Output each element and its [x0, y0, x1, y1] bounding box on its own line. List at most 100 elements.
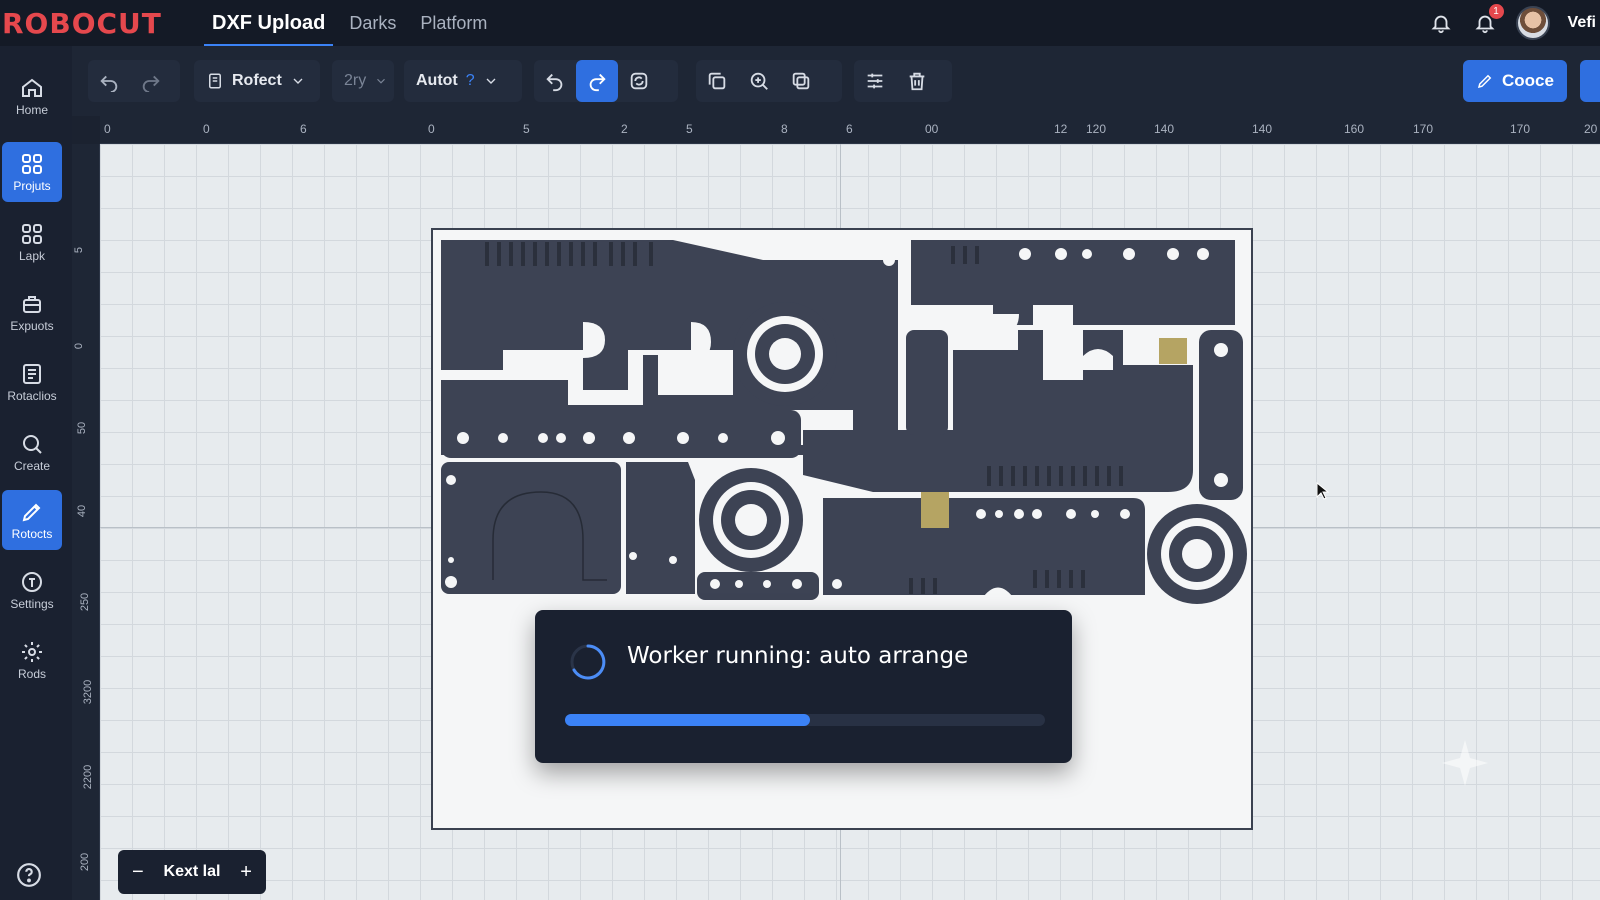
- zoom-control: − Kext lal +: [118, 850, 266, 894]
- worker-status-toast: Worker running: auto arrange: [535, 610, 1072, 763]
- ruler-label: 250: [79, 592, 92, 612]
- ruler-vertical[interactable]: 5 0 50 40 250 3200 2200 200: [72, 144, 100, 900]
- part-angle-i: [626, 462, 695, 594]
- grid-icon: [22, 153, 42, 174]
- zoom-control-label[interactable]: Kext lal: [164, 863, 221, 881]
- sidebar-item-exports[interactable]: Expuots: [2, 282, 62, 342]
- part-box-h: [441, 462, 621, 594]
- grid-icon: [22, 223, 42, 244]
- pen-icon: [1477, 74, 1492, 89]
- redo-icon[interactable]: [130, 60, 172, 102]
- ruler-label: 0: [104, 122, 111, 136]
- ruler-label: 0: [73, 342, 86, 350]
- copy-icon[interactable]: [780, 60, 822, 102]
- mouse-cursor-icon: [1316, 482, 1330, 500]
- chevron-down-icon: [293, 78, 303, 84]
- notifications-icon[interactable]: 1: [1472, 4, 1504, 36]
- marker-square-1: [1159, 338, 1187, 364]
- zoom-select-value: 2ry: [344, 72, 367, 89]
- sidebar-item-rods[interactable]: Rods: [2, 630, 62, 690]
- undo-icon[interactable]: [88, 60, 130, 102]
- ruler-label: 5: [73, 246, 86, 254]
- gear-icon: [22, 641, 42, 662]
- sparkle-icon: [1442, 740, 1488, 786]
- help-icon[interactable]: [16, 862, 42, 888]
- sidebar-item-label: Rotaclios: [7, 388, 57, 403]
- export-icon: [23, 295, 41, 313]
- refresh-icon[interactable]: [618, 60, 660, 102]
- profile-select[interactable]: Rofect: [194, 60, 320, 102]
- sidebar-item-label: Projuts: [13, 178, 51, 193]
- rotate-group: [534, 60, 678, 102]
- ruler-horizontal[interactable]: 0 0 6 0 5 2 5 8 6 00 12 120 140 140 160 …: [100, 116, 1600, 144]
- part-bracket-g: [906, 330, 948, 435]
- marker-square-2: [921, 492, 949, 528]
- history-group: [88, 60, 180, 102]
- bell-icon[interactable]: [1428, 10, 1454, 36]
- ruler-label: 6: [300, 122, 307, 136]
- app-logo[interactable]: ROBOCUT: [0, 7, 200, 40]
- ruler-label: 0: [428, 122, 435, 136]
- rotate-right-icon[interactable]: [576, 60, 618, 102]
- spinner-icon: [570, 644, 606, 680]
- zoom-in-button[interactable]: +: [240, 861, 252, 884]
- sidebar-item-create[interactable]: Create: [2, 422, 62, 482]
- zoom-in-icon[interactable]: [738, 60, 780, 102]
- ruler-label: 2: [621, 122, 628, 136]
- view-group: [696, 60, 842, 102]
- sidebar-item-settings[interactable]: Settings: [2, 560, 62, 620]
- sidebar-item-label: Rotocts: [11, 526, 53, 541]
- sidebar-item-rotocts[interactable]: Rotocts: [2, 490, 62, 550]
- document-icon: [209, 73, 221, 89]
- editor-toolbar: Rofect 2ry Autot ? Cooce: [72, 46, 1600, 116]
- tab-platform[interactable]: Platform: [408, 0, 499, 46]
- chevron-down-icon: [377, 78, 386, 84]
- sidebar-item-rotaclios[interactable]: Rotaclios: [2, 352, 62, 412]
- top-right-actions: 1 Vefi: [1428, 0, 1600, 46]
- sidebar-item-label: Create: [13, 458, 51, 473]
- ruler-label: 8: [781, 122, 788, 136]
- home-icon: [22, 78, 42, 97]
- sidebar-item-home[interactable]: Home: [2, 66, 62, 126]
- ruler-label: 40: [76, 504, 89, 518]
- tab-darks[interactable]: Darks: [337, 0, 408, 46]
- ruler-label: 140: [1154, 122, 1175, 136]
- sidebar-item-label: Lapk: [18, 248, 46, 263]
- sidebar-item-label: Home: [15, 102, 48, 117]
- sidebar-item-label: Expuots: [10, 318, 54, 333]
- worker-status-title: Worker running: auto arrange: [627, 643, 969, 669]
- ruler-label: 20: [1584, 122, 1598, 136]
- panel-toggle-button[interactable]: [1580, 60, 1600, 102]
- rotate-left-icon[interactable]: [534, 60, 576, 102]
- sidebar-item-label: Rods: [17, 666, 46, 681]
- tab-dxf-upload[interactable]: DXF Upload: [200, 0, 337, 47]
- mode-select-value: Autot: [416, 72, 458, 89]
- zoom-out-button[interactable]: −: [132, 861, 144, 884]
- ruler-label: 3200: [82, 679, 95, 705]
- ruler-label: 170: [1510, 122, 1531, 136]
- avatar[interactable]: [1515, 6, 1550, 40]
- chevron-down-icon: [486, 78, 496, 84]
- ruler-label: 12: [1054, 122, 1068, 136]
- sidebar: Home Projuts Lapk Expuots Rotaclios Crea…: [0, 46, 72, 900]
- ruler-label: 00: [925, 122, 939, 136]
- ruler-label: 160: [1344, 122, 1365, 136]
- pen-icon: [22, 503, 41, 521]
- part-strip-c: [441, 410, 801, 458]
- duplicate-icon[interactable]: [696, 60, 738, 102]
- trash-icon[interactable]: [896, 60, 938, 102]
- ruler-label: 200: [79, 852, 92, 872]
- profile-select-value: Rofect: [232, 72, 282, 89]
- part-plate-d: [911, 240, 1235, 325]
- design-canvas[interactable]: [100, 144, 1600, 900]
- align-icon[interactable]: [854, 60, 896, 102]
- sidebar-item-projects[interactable]: Projuts: [2, 142, 62, 202]
- ruler-label: 170: [1413, 122, 1434, 136]
- user-name[interactable]: Vefi: [1568, 14, 1596, 32]
- mode-hint: ?: [465, 72, 475, 89]
- zoom-select[interactable]: 2ry: [332, 60, 394, 102]
- sidebar-item-lapk[interactable]: Lapk: [2, 212, 62, 272]
- mode-select[interactable]: Autot ?: [404, 60, 522, 102]
- ruler-label: 0: [203, 122, 210, 136]
- primary-action-button[interactable]: Cooce: [1463, 60, 1567, 102]
